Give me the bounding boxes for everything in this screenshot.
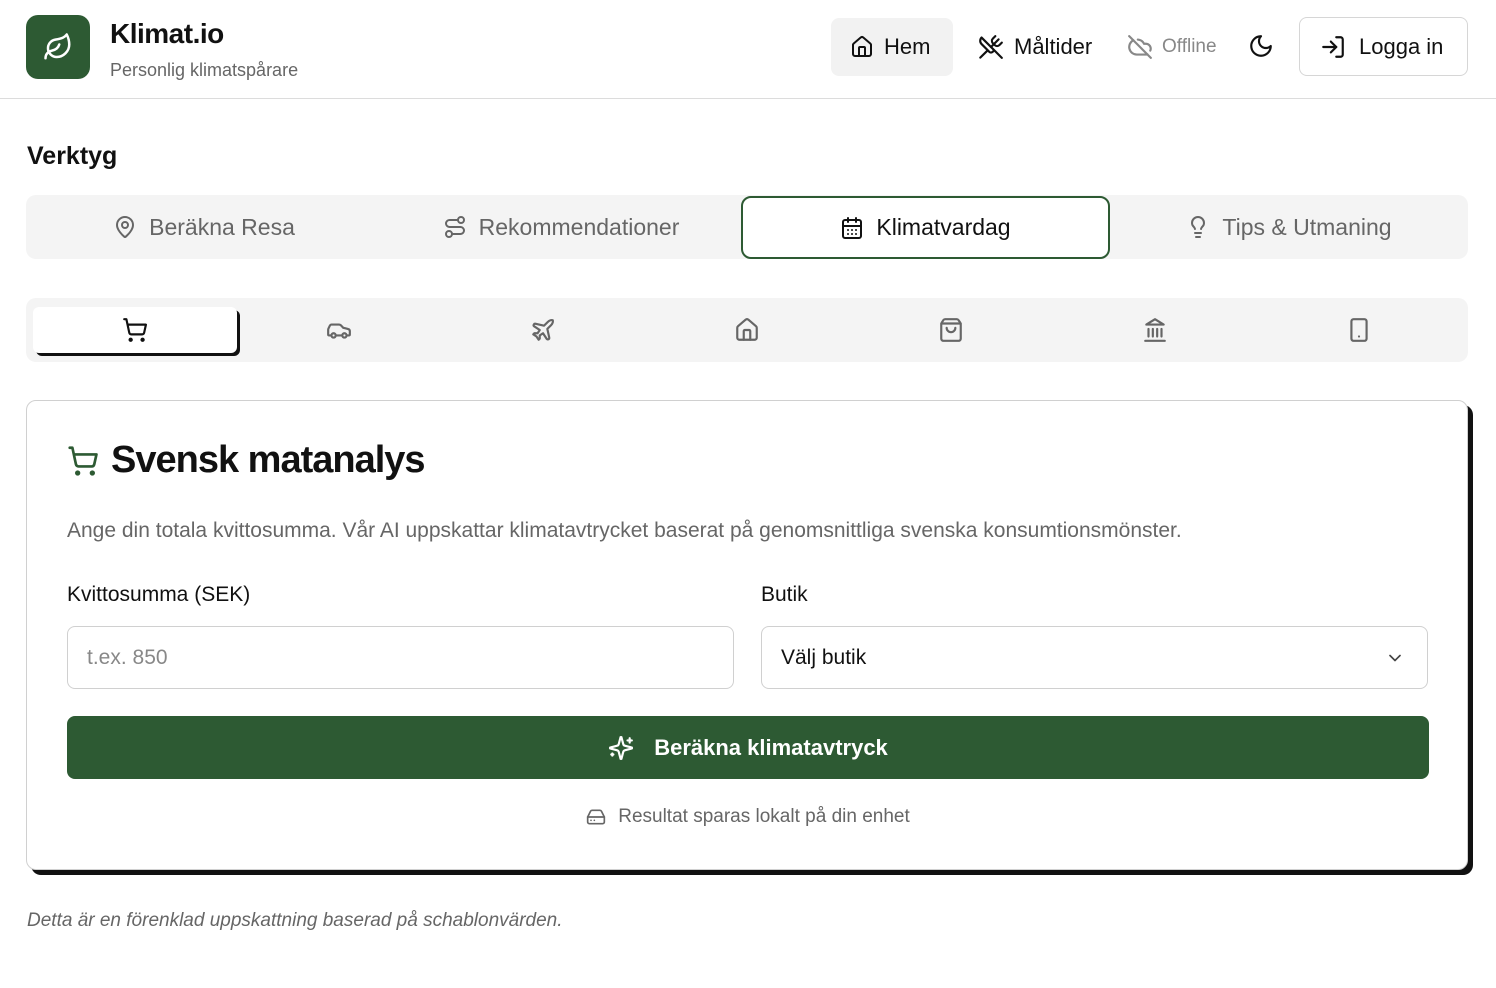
nav-meals-label: Måltider (1014, 34, 1093, 59)
map-pin-icon (116, 216, 135, 238)
house-icon (852, 36, 872, 57)
category-shopping[interactable] (849, 298, 1053, 362)
section-title: Verktyg (27, 142, 118, 170)
car-icon (327, 323, 351, 339)
calculate-footprint-button[interactable]: Beräkna klimatavtryck (67, 716, 1429, 779)
tab-tips-challenge[interactable]: Tips & Utmaning (1110, 195, 1468, 259)
tab-climate-everyday[interactable]: Klimatvardag (741, 196, 1110, 259)
log-in-icon (1322, 35, 1344, 58)
sparkles-icon (609, 735, 634, 760)
tab-label: Tips & Utmaning (1222, 213, 1392, 240)
lightbulb-icon (1191, 216, 1206, 238)
store-select-value: Välj butik (781, 645, 867, 669)
bank-icon (1144, 318, 1166, 342)
tab-label: Rekommendationer (478, 213, 680, 240)
hard-drive-icon (587, 809, 606, 825)
card-description: Ange din totala kvittosumma. Vår AI upps… (67, 519, 1182, 542)
card-title: Svensk matanalys (111, 439, 426, 481)
brand-subtitle: Personlig klimatspårare (110, 60, 299, 80)
tab-label: Beräkna Resa (149, 213, 295, 240)
utensils-crossed-icon (979, 35, 1003, 59)
storage-note-text: Resultat sparas lokalt på din enhet (618, 806, 910, 827)
login-label: Logga in (1359, 33, 1444, 59)
store-label: Butik (761, 583, 808, 606)
storage-note: Resultat sparas lokalt på din enhet (27, 806, 1469, 828)
category-home[interactable] (645, 298, 849, 362)
cloud-off-icon (1128, 35, 1152, 59)
category-devices[interactable] (1257, 298, 1461, 362)
tab-calculate-trip[interactable]: Beräkna Resa (26, 195, 382, 259)
calendar-icon (842, 216, 863, 239)
nav-meals[interactable]: Måltider (978, 18, 1092, 76)
category-car[interactable] (237, 298, 441, 362)
calculate-footprint-label: Beräkna klimatavtryck (654, 734, 888, 760)
smartphone-icon (1350, 318, 1368, 342)
store-select[interactable]: Välj butik (761, 626, 1428, 689)
category-tabs (26, 298, 1468, 362)
nav-home[interactable]: Hem (831, 18, 953, 76)
disclaimer-footnote: Detta är en förenklad uppskattning baser… (27, 910, 563, 931)
leaf-icon (44, 33, 71, 60)
category-flight[interactable] (441, 298, 645, 362)
route-icon (444, 216, 465, 238)
amount-label: Kvittosumma (SEK) (67, 583, 251, 606)
offline-label: Offline (1162, 36, 1217, 57)
tab-recommendations[interactable]: Rekommendationer (382, 195, 740, 259)
moon-icon (1250, 35, 1272, 57)
brand-title: Klimat.io (110, 18, 224, 49)
category-food[interactable] (33, 307, 237, 353)
card-header: Svensk matanalys (67, 439, 426, 482)
shopping-cart-icon (123, 318, 148, 342)
shopping-cart-icon (68, 445, 98, 476)
chevron-down-icon (1389, 654, 1401, 662)
nav-home-label: Hem (884, 34, 931, 59)
tool-tabs: Beräkna Resa Rekommendationer Klimatvard… (26, 195, 1468, 259)
plane-icon (532, 318, 555, 341)
house-icon (736, 318, 758, 341)
amount-input[interactable] (67, 626, 734, 689)
tab-label: Klimatvardag (876, 214, 1011, 240)
food-analysis-card: Svensk matanalys Ange din totala kvittos… (26, 400, 1468, 870)
theme-toggle[interactable] (1248, 33, 1274, 59)
app-logo[interactable] (26, 15, 90, 79)
offline-status: Offline (1127, 18, 1217, 76)
app-header: Klimat.io Personlig klimatspårare Hem Må… (0, 0, 1496, 99)
category-finance[interactable] (1053, 298, 1257, 362)
shopping-bag-icon (940, 318, 962, 342)
login-button[interactable]: Logga in (1299, 17, 1468, 76)
